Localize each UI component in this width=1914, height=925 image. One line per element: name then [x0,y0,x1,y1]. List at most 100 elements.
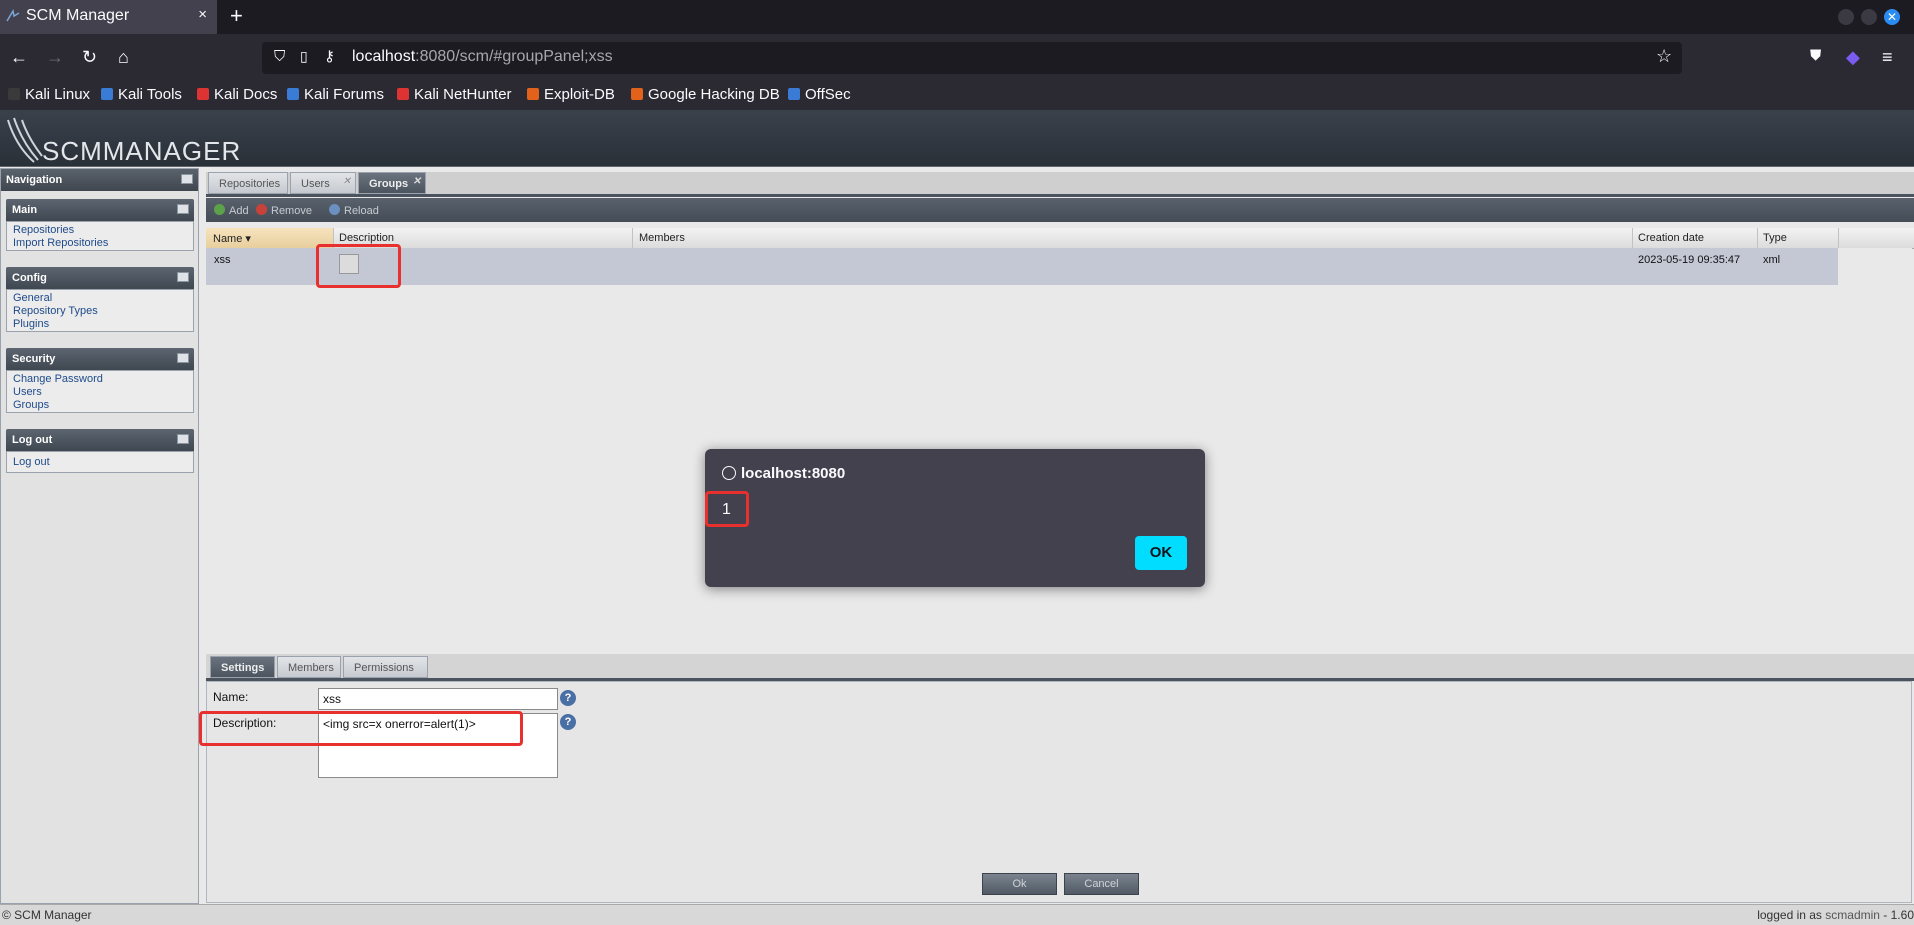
bookmark-offsec[interactable]: OffSec [788,86,851,103]
name-label: Name: [213,690,249,704]
username: scmadmin [1825,908,1880,922]
remove-icon [256,204,267,215]
close-groups-tab-icon[interactable]: ✕ [413,176,421,187]
cancel-button[interactable]: Cancel [1064,873,1139,895]
back-icon[interactable]: ← [10,47,28,68]
forward-icon[interactable]: → [46,47,64,68]
groups-grid: xss 2023-05-19 09:35:47 xml [206,244,1912,648]
panel-security: Change Password Users Groups [6,370,194,413]
ok-button[interactable]: Ok [982,873,1057,895]
description-help-icon[interactable]: ? [560,714,576,730]
menu-icon[interactable]: ≡ [1882,47,1893,68]
add-icon [214,204,225,215]
remove-button[interactable]: Remove [256,204,312,217]
main-tabs: Repositories Users ✕ Groups ✕ [206,172,1914,197]
alert-dialog: localhost:8080 1 OK [705,449,1205,587]
navigation-sidebar: Navigation Main Repositories Import Repo… [0,168,199,904]
navigation-header: Navigation [1,169,198,191]
add-button[interactable]: Add [214,204,249,217]
new-tab-button[interactable]: + [230,3,243,29]
globe-icon [722,466,736,480]
reload-icon[interactable]: ↻ [82,47,97,68]
url-bar[interactable]: ⛉ ▯ ⚷ localhost:8080/scm/#groupPanel;xss… [262,42,1682,74]
reload-button[interactable]: Reload [329,204,379,217]
nav-link-general[interactable]: General [13,292,52,304]
collapse-logout-icon[interactable] [177,434,189,444]
nav-link-import-repositories[interactable]: Import Repositories [13,237,108,249]
column-members[interactable]: Members [639,232,685,244]
column-description[interactable]: Description [339,232,394,244]
page-icon: ▯ [300,48,308,64]
browser-nav-bar: ← → ↻ ⌂ ⛉ ▯ ⚷ localhost:8080/scm/#groupP… [0,34,1914,82]
group-settings-form: Name: xss ? Description: <img src=x oner… [199,681,1912,903]
nav-link-groups[interactable]: Groups [13,399,49,411]
browser-tab[interactable]: SCM Manager × [0,0,217,34]
minimize-window-button[interactable] [1838,9,1854,25]
key-icon[interactable]: ⚷ [324,47,335,65]
table-row[interactable]: xss 2023-05-19 09:35:47 xml [206,248,1838,285]
collapse-config-icon[interactable] [177,272,189,282]
dialog-ok-button[interactable]: OK [1135,536,1187,570]
tab-groups[interactable]: Groups ✕ [358,172,426,194]
collapse-security-icon[interactable] [177,353,189,363]
copyright-text: © SCM Manager [2,908,92,922]
nav-link-change-password[interactable]: Change Password [13,373,103,385]
scm-favicon-icon [6,9,20,22]
nav-link-repositories[interactable]: Repositories [13,224,74,236]
tab-repositories[interactable]: Repositories [208,172,288,194]
browser-tab-title: SCM Manager [26,7,130,24]
app-header: SCMMANAGER [0,110,1914,167]
bookmarks-bar: Kali Linux Kali Tools Kali Docs Kali For… [0,82,1914,110]
name-help-icon[interactable]: ? [560,690,576,706]
name-field[interactable]: xss [318,688,558,710]
close-window-button[interactable]: ✕ [1884,9,1900,25]
browser-tab-bar: SCM Manager × + ✕ [0,0,1914,34]
dialog-origin: localhost:8080 [741,465,846,482]
pocket-icon[interactable]: ⛊ [1810,47,1821,64]
bookmark-google-hacking-db[interactable]: Google Hacking DB [631,86,780,103]
url-text[interactable]: localhost:8080/scm/#groupPanel;xss [352,48,613,66]
panel-main: Repositories Import Repositories [6,221,194,251]
nav-link-plugins[interactable]: Plugins [13,318,49,330]
column-name[interactable]: Name ▾ [213,232,251,245]
collapse-navigation-icon[interactable] [181,174,193,184]
nav-link-repository-types[interactable]: Repository Types [13,305,98,317]
bookmark-kali-docs[interactable]: Kali Docs [197,86,277,103]
tab-users[interactable]: Users ✕ [290,172,356,194]
panel-config-header[interactable]: Config [6,267,194,289]
shield-icon[interactable]: ⛉ [274,48,285,65]
tab-permissions[interactable]: Permissions [343,656,428,678]
extension-icon[interactable]: ◆ [1846,47,1860,68]
panel-logout-header[interactable]: Log out [6,429,194,451]
bookmark-kali-forums[interactable]: Kali Forums [287,86,384,103]
reload-icon [329,204,340,215]
collapse-main-icon[interactable] [177,204,189,214]
nav-link-log-out[interactable]: Log out [13,456,50,468]
close-users-tab-icon[interactable]: ✕ [343,176,351,187]
groups-toolbar: Add Remove Reload [206,198,1914,222]
column-type[interactable]: Type [1763,232,1787,244]
highlight-alert-message [705,491,749,527]
close-tab-icon[interactable]: × [198,6,207,23]
panel-security-header[interactable]: Security [6,348,194,370]
bookmark-star-icon[interactable]: ☆ [1656,46,1672,67]
panel-config: General Repository Types Plugins [6,289,194,332]
panel-main-header[interactable]: Main [6,199,194,221]
home-icon[interactable]: ⌂ [118,47,129,68]
navigation-title: Navigation [6,174,63,186]
status-bar: © SCM Manager logged in as scmadmin - 1.… [0,904,1914,925]
groups-grid-header: Name ▾ Description Members Creation date… [206,228,1914,249]
app-logo-text: SCMMANAGER [42,136,242,166]
bookmark-exploit-db[interactable]: Exploit-DB [527,86,615,103]
login-status: logged in as scmadmin - 1.60 [1757,908,1914,922]
bookmark-kali-linux[interactable]: Kali Linux [8,86,90,103]
sort-desc-icon: ▾ [245,233,251,245]
scm-logo-icon [7,117,43,163]
column-creation-date[interactable]: Creation date [1638,232,1704,244]
bookmark-kali-nethunter[interactable]: Kali NetHunter [397,86,512,103]
nav-link-users[interactable]: Users [13,386,42,398]
maximize-window-button[interactable] [1861,9,1877,25]
tab-settings[interactable]: Settings [210,656,275,678]
bookmark-kali-tools[interactable]: Kali Tools [101,86,182,103]
tab-members[interactable]: Members [277,656,341,678]
